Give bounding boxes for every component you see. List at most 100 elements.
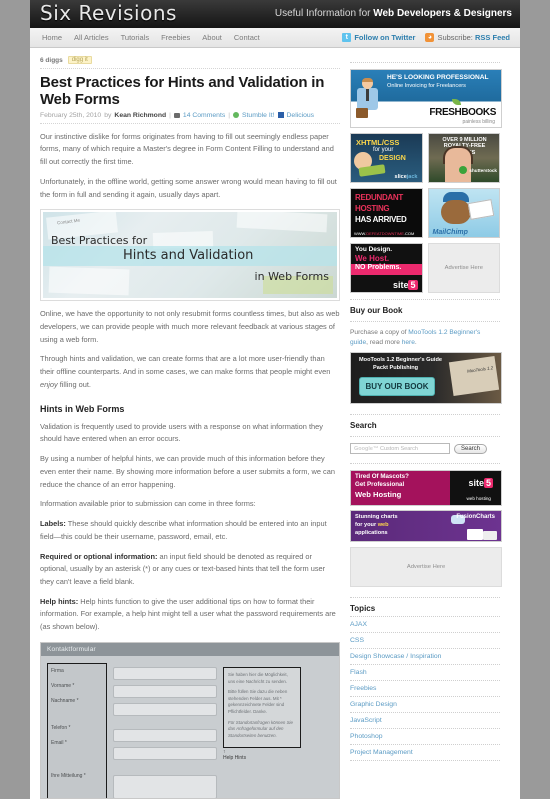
model-figure bbox=[444, 148, 471, 182]
form-field-nachname[interactable] bbox=[113, 702, 217, 716]
article-meta: February 25th, 2010 by Kean Richmond | 1… bbox=[40, 112, 340, 124]
search-placeholder: Custom Search bbox=[379, 446, 418, 453]
ad-brand: site 5 bbox=[393, 280, 418, 290]
form-label: Email * bbox=[51, 739, 67, 746]
stumbleupon-icon bbox=[233, 112, 239, 119]
search-button[interactable]: Search bbox=[454, 443, 488, 454]
nav-social: t Follow on Twitter ◕ Subscribe: RSS Fee… bbox=[342, 33, 514, 42]
form-field-vorname[interactable] bbox=[113, 684, 217, 698]
ad-url: WWW.DEFEATDOWNTIME.COM bbox=[354, 231, 414, 236]
divider bbox=[350, 299, 500, 300]
rss-feed-label: RSS Feed bbox=[474, 33, 510, 42]
ad-fusioncharts[interactable]: Stunning charts for your web application… bbox=[350, 510, 502, 543]
meta-sep-1: | bbox=[169, 111, 171, 119]
search-title: Search bbox=[350, 421, 377, 431]
ad-brand-sub: web hosting bbox=[466, 496, 491, 502]
book-cover-image bbox=[448, 356, 500, 397]
topic-item-flash[interactable]: Flash bbox=[350, 665, 500, 682]
nav-item-freebies[interactable]: Freebies bbox=[161, 33, 190, 42]
ad-line-2: for your bbox=[373, 147, 394, 153]
advertise-here-slot[interactable]: Advertise Here bbox=[427, 243, 500, 293]
topic-item-photoshop[interactable]: Photoshop bbox=[350, 729, 500, 746]
ad-line-1: Stunning charts bbox=[355, 514, 398, 521]
nav-item-about[interactable]: About bbox=[202, 33, 222, 42]
book-text-c: . bbox=[414, 339, 417, 347]
sidebar: HE'S LOOKING PROFESSIONAL Online Invoici… bbox=[350, 56, 502, 799]
divider bbox=[350, 62, 500, 63]
article-paragraph: Through hints and validation, we can cre… bbox=[40, 354, 331, 389]
form-hint-column: Sie haben hier die Möglichkeit, uns eine… bbox=[223, 663, 301, 798]
site-container: Six Revisions Useful Information for Web… bbox=[30, 0, 520, 799]
article-author[interactable]: Kean Richmond bbox=[114, 112, 166, 119]
book-link-here[interactable]: here bbox=[402, 339, 415, 346]
nav-item-tutorials[interactable]: Tutorials bbox=[121, 33, 149, 42]
form-screenshot: Kontaktformular Firma Vorname * Nachname… bbox=[40, 641, 340, 799]
shutterstock-icon bbox=[459, 166, 468, 174]
ad-line-3: HAS ARRIVED bbox=[355, 215, 407, 224]
ad-site5[interactable]: You Design. We Host. NO Problems. site 5 bbox=[350, 243, 423, 293]
delicious-link[interactable]: Delicious bbox=[287, 112, 315, 119]
twitter-label: Follow on Twitter bbox=[354, 33, 416, 42]
nav-item-contact[interactable]: Contact bbox=[234, 33, 260, 42]
featured-image-canvas: Contact Me Best Practices for Hints and … bbox=[43, 212, 337, 299]
search-widget: Google™ Custom Search Search bbox=[350, 443, 500, 455]
form-field-firma[interactable] bbox=[113, 666, 217, 680]
topic-item-design-showcase[interactable]: Design Showcase / Inspiration bbox=[350, 649, 500, 666]
url-part-a: WWW. bbox=[354, 231, 367, 236]
ad-brand: FusionCharts bbox=[456, 514, 495, 521]
rss-subscribe-link[interactable]: ◕ Subscribe: RSS Feed bbox=[425, 33, 510, 42]
brand-part-b: jack bbox=[406, 174, 418, 180]
comment-icon bbox=[173, 112, 180, 118]
brand-num: 5 bbox=[483, 478, 493, 489]
hint-paragraph: Bitte füllen Sie dazu die neben stehende… bbox=[228, 689, 288, 714]
form-field-mitteilung[interactable] bbox=[113, 774, 217, 798]
ad-mailchimp[interactable]: MailChimp bbox=[427, 188, 500, 238]
stumble-link[interactable]: Stumble It! bbox=[242, 112, 275, 119]
topic-item-css[interactable]: CSS bbox=[350, 633, 500, 650]
masthead: Six Revisions Useful Information for Web… bbox=[30, 0, 520, 28]
twitter-follow-link[interactable]: t Follow on Twitter bbox=[342, 33, 415, 42]
divider bbox=[350, 414, 500, 416]
monkey-face bbox=[440, 200, 471, 224]
topic-item-ajax[interactable]: AJAX bbox=[350, 617, 500, 634]
form-field-telefon[interactable] bbox=[113, 728, 217, 742]
comments-link[interactable]: 14 Comments bbox=[183, 112, 225, 119]
ad-site5-hosting[interactable]: Tired Of Mascots? Get Professional Web H… bbox=[350, 470, 502, 507]
ad-freshbooks[interactable]: HE'S LOOKING PROFESSIONAL Online Invoici… bbox=[350, 69, 502, 128]
bullet-text: These should quickly describe what infor… bbox=[40, 519, 327, 541]
form-label: Ihre Mitteilung * bbox=[51, 772, 86, 779]
ad-shutterstock[interactable]: OVER 9 MILLION ROYALTY-FREE IMAGES shutt… bbox=[427, 133, 500, 183]
url-part-b: DEFEATDOWNTIME bbox=[366, 231, 404, 236]
form-labels-column: Firma Vorname * Nachname * Telefon * Ema… bbox=[47, 662, 107, 798]
topic-item-graphic-design[interactable]: Graphic Design bbox=[350, 697, 500, 714]
article-paragraph: By using a number of helpful hints, we c… bbox=[40, 454, 335, 489]
form-field-email[interactable] bbox=[113, 746, 217, 760]
bullet-term: Labels: bbox=[40, 519, 66, 529]
brand-part-a: slice bbox=[394, 174, 407, 180]
topic-item-javascript[interactable]: JavaScript bbox=[350, 713, 500, 730]
nav-item-home[interactable]: Home bbox=[42, 33, 62, 42]
digg-button[interactable]: digg it bbox=[67, 56, 92, 64]
topic-item-freebies[interactable]: Freebies bbox=[350, 681, 500, 698]
advertise-here-slot-wide[interactable]: Advertise Here bbox=[350, 547, 502, 588]
ad-line-3: applications bbox=[355, 530, 388, 537]
ad-mootools-book[interactable]: MooTools 1.2 MooTools 1.2 Beginner's Gui… bbox=[350, 352, 502, 405]
ad-redundant-hosting[interactable]: REDUNDANT HOSTING HAS ARRIVED WWW.DEFEAT… bbox=[350, 188, 423, 238]
form-label: Firma bbox=[51, 667, 64, 674]
buy-our-book-button[interactable]: BUY OUR BOOK bbox=[359, 377, 435, 397]
digg-widget[interactable]: 6 diggs digg it bbox=[40, 56, 340, 69]
topic-item-project-management[interactable]: Project Management bbox=[350, 745, 500, 762]
nav-item-all-articles[interactable]: All Articles bbox=[74, 33, 109, 42]
bullet-required: Required or optional information: an inp… bbox=[40, 551, 340, 589]
topics-title: Topics bbox=[350, 604, 500, 618]
featured-line-1: Best Practices for bbox=[51, 234, 148, 248]
ad-slicejack[interactable]: XHTML/CSS for your DESIGN slicejack bbox=[350, 133, 423, 183]
ad-row-2: REDUNDANT HOSTING HAS ARRIVED WWW.DEFEAT… bbox=[350, 188, 500, 238]
search-input[interactable]: Google™ Custom Search bbox=[350, 443, 450, 455]
buy-our-book-text: Purchase a copy of MooTools 1.2 Beginner… bbox=[350, 328, 500, 348]
divider bbox=[350, 463, 500, 465]
ad-line-2: HOSTING bbox=[355, 204, 390, 213]
hint-paragraph: Sie haben hier die Möglichkeit, uns eine… bbox=[228, 671, 288, 684]
url-part-c: .COM bbox=[403, 231, 415, 236]
site-logo[interactable]: Six Revisions bbox=[40, 1, 177, 25]
